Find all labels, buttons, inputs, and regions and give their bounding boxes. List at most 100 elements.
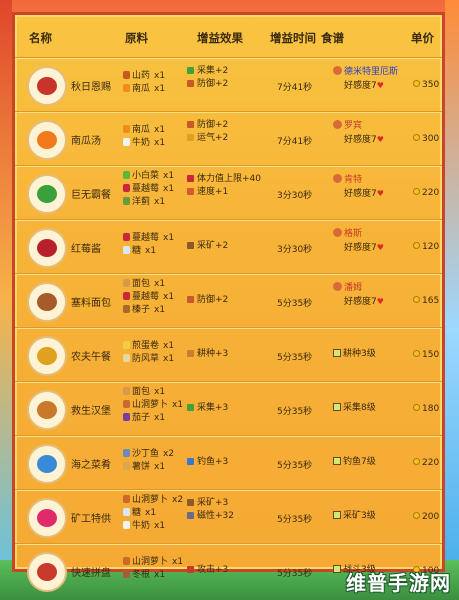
- buff-duration: 5分35秒: [277, 299, 313, 309]
- recipe-text: 采集8级: [343, 403, 376, 413]
- price-value: 150: [422, 350, 440, 360]
- dish-name: 快速拼盘: [71, 568, 111, 579]
- ingredient-list: 蔓越莓 x1 糖 x1: [123, 232, 193, 258]
- dish-food-icon: [37, 455, 57, 473]
- buff-icon: [187, 566, 194, 573]
- ingredient-name: 南瓜: [132, 84, 151, 94]
- villager-portrait-icon: [333, 174, 342, 183]
- ingredient-name: 蔓越莓: [132, 184, 160, 194]
- recipe-source: 耕种3级: [333, 348, 413, 361]
- ingredient-name: 糖: [132, 246, 142, 256]
- ingredient-icon: [123, 138, 130, 146]
- buff-item: 攻击+3: [187, 564, 277, 577]
- price-value: 165: [422, 296, 440, 306]
- recipe-text: 好感度7: [344, 135, 377, 145]
- dish-food-icon: [37, 185, 57, 203]
- dish-name: 救生汉堡: [71, 406, 111, 417]
- price: 120: [413, 242, 439, 252]
- villager-portrait-icon: [333, 282, 342, 291]
- ingredient-list: 南瓜 x1 牛奶 x1: [123, 124, 193, 150]
- ingredient-qty: x1: [154, 570, 166, 580]
- header-recipe: 食谱: [321, 31, 344, 45]
- buff-icon: [187, 499, 194, 506]
- recipe-line: 钓鱼7级: [333, 456, 413, 469]
- dish-name: 秋日恩赐: [71, 82, 111, 93]
- ingredient-qty: x1: [154, 305, 166, 315]
- price: 220: [413, 458, 439, 468]
- buff-icon: [187, 80, 194, 87]
- skill-icon: [333, 565, 341, 573]
- miners-treat-icon: [27, 498, 67, 538]
- ingredient-icon: [123, 508, 130, 516]
- recipe-text: 好感度7: [344, 81, 377, 91]
- skill-icon: [333, 349, 341, 357]
- ingredient-qty: x1: [163, 354, 175, 364]
- buff-list: 采矿+2: [187, 240, 277, 253]
- farmers-lunch-icon: [27, 336, 67, 376]
- buff-item: 钓鱼+3: [187, 456, 277, 469]
- ingredient-icon: [123, 495, 130, 503]
- heart-icon: ♥: [376, 189, 384, 198]
- buff-text: 采矿+2: [197, 241, 229, 251]
- price-value: 220: [422, 188, 440, 198]
- ingredient-list: 山药 x1 南瓜 x1: [123, 70, 193, 96]
- ingredient-item: 榛子 x1: [123, 304, 193, 317]
- price: 300: [413, 134, 439, 144]
- ingredient-name: 沙丁鱼: [132, 449, 160, 459]
- buff-item: 防御+2: [187, 294, 277, 307]
- header-ingredients: 原料: [125, 31, 148, 45]
- ingredient-icon: [123, 570, 130, 578]
- ingredient-icon: [123, 521, 130, 529]
- ingredient-qty: x1: [154, 84, 166, 94]
- dish-food-icon: [37, 563, 57, 581]
- recipe-text: 好感度7: [344, 243, 377, 253]
- ingredient-list: 沙丁鱼 x2 薯饼 x1: [123, 448, 193, 474]
- recipe-source: 德米特里厄斯 好感度7♥: [333, 66, 413, 92]
- ingredient-list: 面包 x1 山洞萝卜 x1 茄子 x1: [123, 386, 193, 425]
- buff-item: 防御+2: [187, 119, 277, 132]
- table-row: 红莓酱 蔓越莓 x1 糖 x1 采矿+2 3分30秒 格斯 好感度7♥ 120: [15, 219, 442, 273]
- recipe-line: 好感度7♥: [333, 79, 413, 92]
- buff-duration: 5分35秒: [277, 515, 313, 525]
- recipe-line: 好感度7♥: [333, 187, 413, 200]
- ingredient-name: 煎蛋卷: [132, 341, 160, 351]
- buff-text: 运气+2: [197, 133, 229, 143]
- buff-duration: 5分35秒: [277, 461, 313, 471]
- ingredient-qty: x1: [145, 508, 157, 518]
- gold-coin-icon: [413, 296, 420, 303]
- ingredient-item: 小白菜 x1: [123, 170, 193, 183]
- gold-coin-icon: [413, 242, 420, 249]
- buff-item: 速度+1: [187, 186, 277, 199]
- ingredient-qty: x2: [163, 449, 175, 459]
- ingredient-name: 蔓越莓: [132, 292, 160, 302]
- buff-list: 采矿+3 磁性+32: [187, 497, 277, 523]
- buff-icon: [187, 67, 194, 74]
- recipe-text: 好感度7: [344, 297, 377, 307]
- buff-duration: 5分35秒: [277, 569, 313, 579]
- ingredient-name: 防风草: [132, 354, 160, 364]
- ingredient-icon: [123, 341, 130, 349]
- recipe-line: 格斯: [333, 228, 413, 241]
- ingredient-item: 山洞萝卜 x1: [123, 556, 193, 569]
- buff-list: 攻击+3: [187, 564, 277, 577]
- ingredient-item: 蔓越莓 x1: [123, 232, 193, 245]
- ingredient-qty: x1: [172, 557, 184, 567]
- table-row: 秋日恩赐 山药 x1 南瓜 x1 采集+2 防御+2 7分41秒 德米特里厄斯 好感度7♥ 350: [15, 57, 442, 111]
- ingredient-icon: [123, 197, 130, 205]
- buff-item: 磁性+32: [187, 510, 277, 523]
- buff-text: 采矿+3: [197, 498, 229, 508]
- buff-text: 防御+2: [197, 120, 229, 130]
- buff-item: 采集+3: [187, 402, 277, 415]
- price: 200: [413, 512, 439, 522]
- ingredient-icon: [123, 125, 130, 133]
- ingredient-name: 面包: [132, 387, 151, 397]
- recipe-line: 耕种3级: [333, 348, 413, 361]
- dish-list: 秋日恩赐 山药 x1 南瓜 x1 采集+2 防御+2 7分41秒 德米特里厄斯 好感度7♥ 350 南…: [15, 57, 442, 597]
- header-buff: 增益效果: [197, 31, 243, 45]
- recipe-source: 肯特 好感度7♥: [333, 174, 413, 200]
- ingredient-icon: [123, 84, 130, 92]
- background-right: [445, 0, 459, 600]
- ingredient-name: 洋蓟: [132, 197, 151, 207]
- table-row: 海之菜肴 沙丁鱼 x2 薯饼 x1 钓鱼+3 5分35秒 钓鱼7级 220: [15, 435, 442, 489]
- roots-platter-icon: [27, 552, 67, 592]
